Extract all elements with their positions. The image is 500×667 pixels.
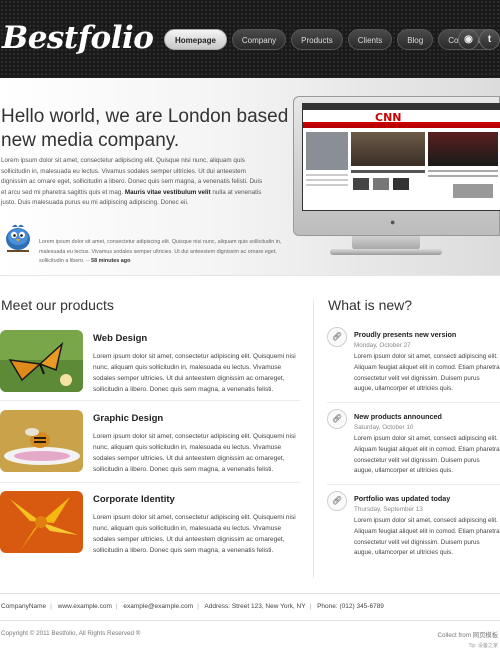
news-item-date: Monday, October 27 [354, 342, 411, 349]
collect-link[interactable]: Collect from 网页模板 [437, 630, 498, 639]
news-item: 🔗︎ Proudly presents new version Monday, … [327, 327, 500, 399]
twitter-icon[interactable]: t [479, 29, 500, 50]
product-web-design: Web Design Lorem ipsum dolor sit amet, c… [0, 330, 300, 394]
monitor-mockup: CNN ● [293, 96, 500, 236]
product-corporate-identity: Corporate Identity Lorem ipsum dolor sit… [0, 491, 300, 555]
hero-title: Hello world, we are London based new med… [1, 105, 301, 153]
link-icon[interactable]: 🔗︎ [327, 409, 347, 429]
news-item-date: Saturday, October 10 [354, 424, 414, 431]
hero-text: Lorem ipsum dolor sit amet, consectetur … [1, 156, 267, 209]
product-text: Lorem ipsum dolor sit amet, consectetur … [93, 353, 296, 393]
product-title[interactable]: Graphic Design [93, 413, 163, 424]
product-image-flower[interactable] [0, 491, 83, 553]
apple-logo-icon: ● [390, 217, 396, 227]
footer-tip: Tip: 设备之家 [468, 643, 498, 649]
twitter-bird-icon [6, 224, 30, 252]
site-logo[interactable]: Bestfolio [2, 20, 154, 56]
nav-company[interactable]: Company [231, 29, 287, 50]
news-item: 🔗︎ New products announced Saturday, Octo… [327, 409, 500, 481]
latest-tweet: Lorem ipsum dolor sit amet, consectetur … [39, 238, 294, 267]
news-item-text: Lorem ipsum dolor sit amet, consecti adi… [354, 517, 500, 557]
footer-address: Address: Street 123, New York, NY [204, 603, 306, 610]
link-icon[interactable]: 🔗︎ [327, 327, 347, 347]
main-nav: Homepage Company Products Clients Blog C… [164, 29, 497, 50]
news-item-text: Lorem ipsum dolor sit amet, consecti adi… [354, 435, 500, 475]
tweet-text: Lorem ipsum dolor sit amet, consectetur … [39, 239, 282, 264]
news-item: 🔗︎ Portfolio was updated today Thursday,… [327, 491, 500, 563]
monitor-screen-logo: CNN [375, 111, 402, 124]
nav-homepage[interactable]: Homepage [164, 29, 227, 50]
tweet-time[interactable]: 58 minutes ago [91, 258, 130, 264]
news-item-text: Lorem ipsum dolor sit amet, consecti adi… [354, 353, 500, 393]
site-header: Bestfolio Homepage Company Products Clie… [0, 0, 500, 78]
rss-icon[interactable]: ◉ [458, 29, 479, 50]
footer-website-link[interactable]: www.example.com [58, 603, 112, 610]
news-item-title[interactable]: Proudly presents new version [354, 330, 456, 339]
news-item-title[interactable]: New products announced [354, 412, 442, 421]
nav-products[interactable]: Products [291, 29, 343, 50]
news-item-date: Thursday, September 13 [354, 506, 423, 513]
hero-text-bold: Mauris vitae vestibulum velit [124, 188, 211, 196]
products-title: Meet our products [1, 297, 114, 313]
product-text: Lorem ipsum dolor sit amet, consectetur … [93, 514, 296, 554]
footer-email-link[interactable]: example@example.com [123, 603, 193, 610]
nav-blog[interactable]: Blog [397, 29, 434, 50]
copyright: Copyright © 2011 Bestfolio, All Rights R… [1, 630, 141, 637]
monitor-stand [352, 236, 420, 250]
monitor-screen: CNN [302, 103, 500, 211]
product-graphic-design: Graphic Design Lorem ipsum dolor sit ame… [0, 410, 300, 474]
footer-phone: Phone: (012) 345-6789 [317, 603, 384, 610]
product-title[interactable]: Web Design [93, 333, 147, 344]
hero-title-line1: Hello world, we are London based [1, 106, 289, 127]
news-item-title[interactable]: Portfolio was updated today [354, 494, 450, 503]
news-title: What is new? [328, 297, 413, 313]
footer-company: CompanyName [1, 603, 47, 610]
product-image-bee[interactable] [0, 410, 83, 472]
nav-clients[interactable]: Clients [347, 29, 393, 50]
footer-contact: CompanyName | www.example.com | example@ex… [1, 603, 384, 610]
product-image-butterfly[interactable] [0, 330, 83, 392]
product-text: Lorem ipsum dolor sit amet, consectetur … [93, 433, 296, 473]
hero-title-line2: new media company. [1, 130, 180, 151]
link-icon[interactable]: 🔗︎ [327, 491, 347, 511]
monitor-stand-base [330, 249, 442, 255]
product-title[interactable]: Corporate Identity [93, 494, 175, 505]
